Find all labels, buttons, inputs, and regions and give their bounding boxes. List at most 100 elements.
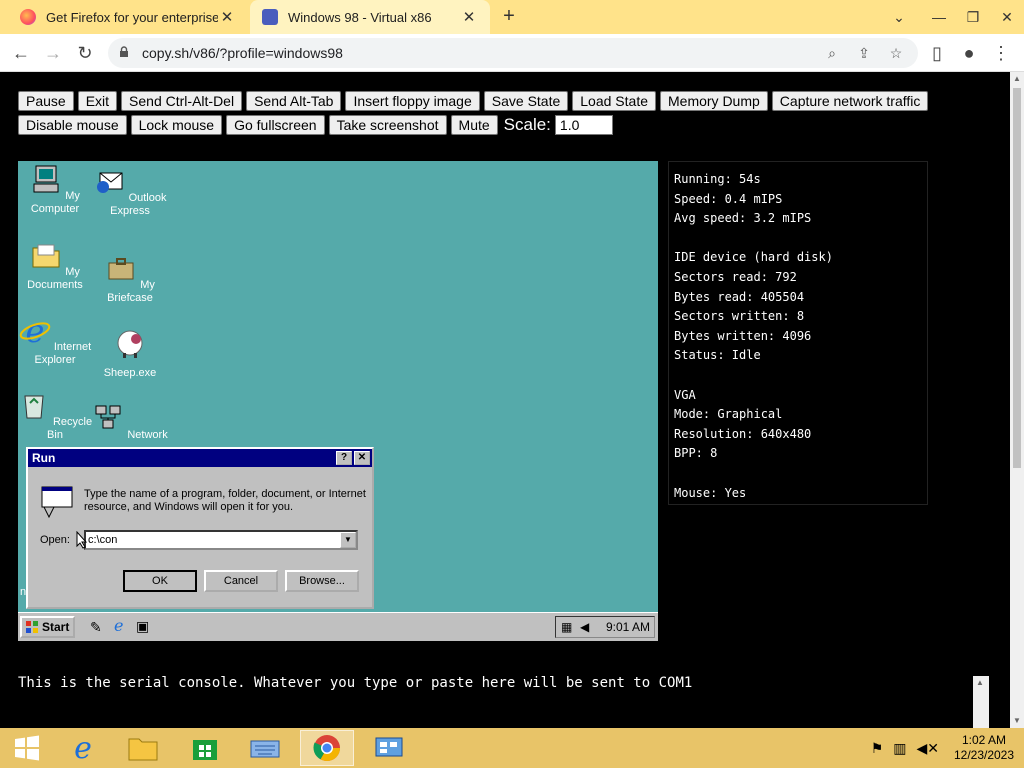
control-row-1: Pause Exit Send Ctrl-Alt-Del Send Alt-Tab In… (18, 91, 929, 111)
win98-clock[interactable]: 9:01 AM (606, 620, 650, 634)
new-tab-button[interactable]: + (498, 6, 520, 28)
scale-input[interactable]: 1.0 (554, 115, 613, 135)
desktop-icon-my-documents[interactable]: My Documents (18, 239, 95, 292)
icon-label: Recycle Bin (47, 416, 93, 441)
tab-search-chevron-icon[interactable]: ⌄ (882, 0, 916, 34)
desktop-icon-outlook-express[interactable]: Outlook Express (90, 165, 170, 218)
open-combobox[interactable]: c:\con ▼ (84, 530, 358, 550)
exit-button[interactable]: Exit (77, 91, 118, 111)
mouse-cursor-icon (76, 531, 88, 549)
send-alt-tab-button[interactable]: Send Alt-Tab (246, 91, 342, 111)
back-button[interactable]: ← (10, 42, 32, 64)
pause-button[interactable]: Pause (18, 91, 74, 111)
capture-network-traffic-button[interactable]: Capture network traffic (771, 91, 929, 111)
recycle-bin-icon (24, 395, 44, 419)
internet-explorer-icon: e (19, 312, 51, 350)
close-window-button[interactable]: ✕ (990, 0, 1024, 34)
folder-icon (32, 244, 60, 268)
clock-time: 1:02 AM (961, 733, 1007, 747)
forward-button[interactable]: → (42, 42, 64, 64)
close-tab-icon[interactable]: ✕ (218, 8, 236, 26)
taskbar-chrome[interactable] (300, 730, 354, 766)
send-ctrl-alt-del-button[interactable]: Send Ctrl-Alt-Del (121, 91, 243, 111)
help-button[interactable]: ? (336, 451, 352, 465)
run-dialog: Run ? ✕ Type the name of a program, fold… (26, 447, 374, 609)
restore-button[interactable]: ❐ (956, 0, 990, 34)
desktop-icon-sheep[interactable]: Sheep.exe (90, 327, 170, 380)
combo-dropdown-icon[interactable]: ▼ (340, 532, 356, 548)
reload-button[interactable]: ↻ (74, 42, 96, 64)
cancel-button[interactable]: Cancel (204, 570, 278, 592)
open-input-value[interactable]: c:\con (88, 534, 117, 546)
windows-logo-icon (26, 621, 38, 633)
run-dialog-title: Run (32, 451, 56, 465)
network-icon[interactable]: ▥ (888, 740, 911, 757)
windows-logo-icon (15, 735, 39, 761)
scroll-down-icon[interactable]: ▼ (1010, 714, 1024, 728)
serial-console[interactable]: This is the serial console. Whatever you… (18, 676, 973, 728)
start-label: Start (42, 620, 70, 634)
load-state-button[interactable]: Load State (572, 91, 656, 111)
tray-scheduler-icon[interactable]: ▦ (561, 617, 572, 637)
tab-firefox[interactable]: Get Firefox for your enterprise w ✕ (8, 0, 248, 34)
quicklaunch-desktop-icon[interactable]: ▣ (136, 618, 149, 635)
system-clock[interactable]: 1:02 AM 12/23/2023 (944, 733, 1024, 763)
taskbar-store[interactable] (178, 730, 232, 766)
close-button[interactable]: ✕ (354, 451, 370, 465)
taskbar-keyboard[interactable] (238, 730, 292, 766)
mute-button[interactable]: Mute (450, 115, 498, 135)
ok-button[interactable]: OK (123, 570, 197, 592)
scroll-up-icon[interactable]: ▲ (1010, 72, 1024, 86)
serial-scrollbar[interactable]: ▲ (973, 676, 989, 728)
desktop-icon-recycle-bin[interactable]: Recycle Bin (18, 389, 95, 442)
sheep-icon (117, 330, 143, 358)
close-tab-icon[interactable]: ✕ (460, 8, 478, 26)
share-icon[interactable]: ⇪ (856, 45, 872, 61)
run-dialog-title-bar[interactable]: Run ? ✕ (28, 449, 372, 467)
memory-dump-button[interactable]: Memory Dump (660, 91, 768, 111)
tab-strip: Get Firefox for your enterprise w ✕ Wind… (0, 0, 1024, 34)
minimize-button[interactable]: — (922, 0, 956, 34)
stats-line: Bytes written: 4096 (674, 328, 812, 343)
scroll-up-icon[interactable]: ▲ (973, 676, 987, 690)
scroll-thumb[interactable] (1013, 88, 1021, 468)
start-button[interactable]: Start (20, 616, 75, 638)
taskbar-file-explorer[interactable] (116, 730, 170, 766)
stats-line: VGA (674, 387, 696, 402)
action-center-flag-icon[interactable]: ⚑ (866, 740, 889, 757)
address-bar[interactable]: copy.sh/v86/?profile=windows98 ⌕ ⇪ ☆ (108, 38, 918, 68)
browse-button[interactable]: Browse... (285, 570, 359, 592)
profile-avatar[interactable]: ● (958, 42, 980, 64)
lock-mouse-button[interactable]: Lock mouse (130, 115, 223, 135)
go-fullscreen-button[interactable]: Go fullscreen (226, 115, 325, 135)
bookmark-star-icon[interactable]: ☆ (888, 45, 904, 61)
desktop-icon-internet-explorer[interactable]: e Internet Explorer (18, 312, 95, 367)
taskbar-control-panel[interactable] (362, 730, 416, 766)
system-tray: ▦ ◀ 9:01 AM (555, 616, 655, 638)
internet-explorer-icon: e (74, 730, 92, 766)
disable-mouse-button[interactable]: Disable mouse (18, 115, 127, 135)
desktop-icon-network[interactable]: Network (90, 402, 170, 442)
taskbar-ie[interactable]: e (56, 730, 110, 766)
menu-kebab-icon[interactable]: ⋮ (990, 42, 1012, 64)
quicklaunch-outlook-icon[interactable]: ✎ (90, 619, 102, 636)
computer-icon (33, 165, 59, 193)
save-state-button[interactable]: Save State (483, 91, 569, 111)
page-scrollbar[interactable]: ▲ ▼ (1010, 72, 1024, 728)
take-screenshot-button[interactable]: Take screenshot (328, 115, 447, 135)
emulator-screen[interactable]: My Computer Outlook Express My Documents… (18, 161, 658, 641)
svg-text:e: e (25, 314, 44, 346)
zoom-icon[interactable]: ⌕ (824, 45, 840, 61)
volume-icon[interactable]: ◀ (580, 617, 589, 637)
insert-floppy-image-button[interactable]: Insert floppy image (345, 91, 480, 111)
desktop-icon-my-computer[interactable]: My Computer (18, 163, 95, 216)
desktop-icon-my-briefcase[interactable]: My Briefcase (90, 252, 170, 305)
icon-label: Network (127, 429, 168, 441)
tab-v86[interactable]: Windows 98 - Virtual x86 ✕ (250, 0, 490, 34)
quicklaunch-ie-icon[interactable]: e (114, 616, 123, 635)
windows-start-button[interactable] (0, 730, 54, 766)
lock-icon (120, 46, 128, 57)
volume-muted-icon[interactable]: ◀✕ (912, 740, 945, 757)
stats-line (674, 366, 922, 386)
side-panel-icon[interactable]: ▯ (926, 42, 948, 64)
